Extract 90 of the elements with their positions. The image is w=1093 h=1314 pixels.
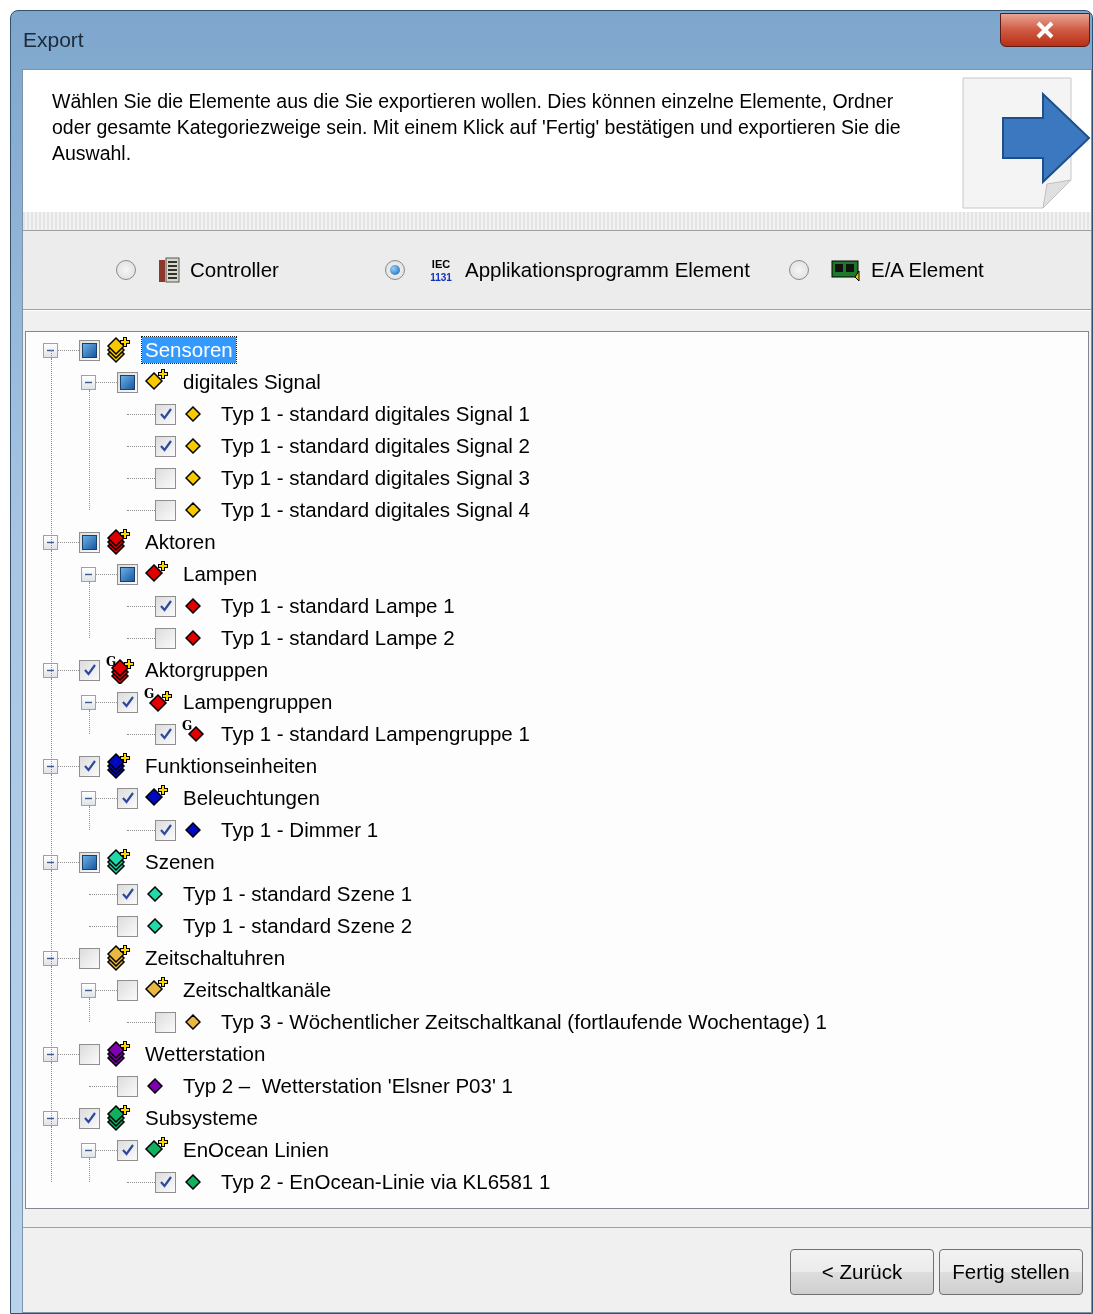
collapse-icon[interactable] [43, 342, 58, 358]
tree-item[interactable]: Lampen [180, 561, 261, 587]
checkbox[interactable] [155, 403, 176, 425]
radio-button[interactable] [116, 260, 136, 280]
checkbox[interactable] [155, 1011, 176, 1033]
window-title: Export [23, 28, 84, 52]
radio-button[interactable] [789, 260, 809, 280]
collapse-icon[interactable] [43, 1046, 58, 1062]
collapse-icon[interactable] [81, 790, 96, 806]
checkbox[interactable] [155, 1171, 176, 1193]
checkbox[interactable] [79, 1043, 100, 1065]
tree-item[interactable]: Typ 1 - standard digitales Signal 1 [218, 401, 533, 427]
tree-item[interactable]: Zeitschaltuhren [142, 945, 289, 971]
radio-label[interactable]: Applikationsprogramm Element [465, 258, 750, 282]
checkbox[interactable] [117, 691, 138, 713]
checkmark-icon [158, 599, 173, 613]
checkbox[interactable] [155, 819, 176, 841]
tree-item[interactable]: digitales Signal [180, 369, 324, 395]
iec-icon: IEC 1131 [427, 257, 455, 283]
checkbox[interactable] [155, 627, 176, 649]
checkbox[interactable] [117, 787, 138, 809]
tree-item[interactable]: Beleuchtungen [180, 785, 323, 811]
tree-item[interactable]: Typ 1 - standard digitales Signal 3 [218, 465, 533, 491]
collapse-icon[interactable] [81, 566, 96, 582]
checkmark-icon [158, 1175, 173, 1189]
radio-button[interactable] [385, 260, 405, 280]
tree-item[interactable]: Typ 1 - Dimmer 1 [218, 817, 382, 843]
checkmark-icon [82, 759, 97, 773]
checkmark-icon [82, 1111, 97, 1125]
collapse-icon[interactable] [43, 1110, 58, 1126]
checkbox[interactable] [155, 595, 176, 617]
collapse-icon[interactable] [81, 1142, 96, 1158]
tree-item[interactable]: Funktionseinheiten [142, 753, 321, 779]
close-icon [1034, 21, 1056, 39]
tree-item[interactable]: Typ 2 – Wetterstation 'Elsner P03' 1 [180, 1073, 516, 1099]
tree-item[interactable]: Typ 1 - standard Lampe 1 [218, 593, 458, 619]
collapse-icon[interactable] [81, 374, 96, 390]
collapse-icon[interactable] [81, 982, 96, 998]
collapse-icon[interactable] [43, 758, 58, 774]
checkbox[interactable] [79, 1107, 100, 1129]
checkbox[interactable] [79, 947, 100, 969]
checkbox[interactable] [117, 979, 138, 1001]
tree-item[interactable]: Wetterstation [142, 1041, 269, 1067]
tree-item[interactable]: Typ 1 - standard Lampe 2 [218, 625, 458, 651]
checkbox[interactable] [117, 883, 138, 905]
collapse-icon[interactable] [81, 694, 96, 710]
checkbox[interactable] [117, 1075, 138, 1097]
checkmark-icon [120, 695, 135, 709]
tree-item[interactable]: Aktoren [142, 529, 219, 555]
checkmark-icon [158, 439, 173, 453]
checkbox[interactable] [155, 723, 176, 745]
radio-label[interactable]: Controller [190, 258, 279, 282]
checkbox[interactable] [117, 1139, 138, 1161]
checkmark-icon [158, 407, 173, 421]
circuit-board-icon [831, 259, 861, 281]
checkmark-icon [120, 887, 135, 901]
tree-item[interactable]: Szenen [142, 849, 218, 875]
instruction-text: Wählen Sie die Elemente aus die Sie exportieren wollen. Dies können einzelne Elemente, Ordner oder gesamte Kategoriezweige sein. Mit einem Klick auf 'Fertig' bestätigen und exportieren Sie die Auswahl. [52, 89, 902, 166]
collapse-icon[interactable] [43, 950, 58, 966]
checkbox[interactable] [155, 499, 176, 521]
collapse-icon[interactable] [43, 854, 58, 870]
checkbox[interactable] [117, 915, 138, 937]
checkbox[interactable] [79, 755, 100, 777]
tree-item[interactable]: EnOcean Linien [180, 1137, 332, 1163]
checkmark-icon [120, 1143, 135, 1157]
close-button[interactable] [1000, 13, 1090, 47]
tree-item[interactable]: Typ 1 - standard digitales Signal 4 [218, 497, 533, 523]
checkbox[interactable] [79, 659, 100, 681]
tree-item[interactable]: Aktorgruppen [142, 657, 272, 683]
checkmark-icon [158, 727, 173, 741]
collapse-icon[interactable] [43, 534, 58, 550]
tree-item[interactable]: Typ 1 - standard Lampengruppe 1 [218, 721, 533, 747]
tree-item[interactable]: Typ 1 - standard digitales Signal 2 [218, 433, 533, 459]
controller-icon [158, 257, 180, 283]
checkmark-icon [82, 663, 97, 677]
collapse-icon[interactable] [43, 662, 58, 678]
tree-item[interactable]: Typ 1 - standard Szene 2 [180, 913, 416, 939]
checkbox[interactable] [155, 435, 176, 457]
tree-item[interactable]: Lampengruppen [180, 689, 336, 715]
finish-button[interactable]: Fertig stellen [939, 1249, 1083, 1295]
tree-item[interactable]: Typ 2 - EnOcean-Linie via KL6581 1 [218, 1169, 554, 1195]
checkbox[interactable] [155, 467, 176, 489]
tree-item[interactable]: Typ 3 - Wöchentlicher Zeitschaltkanal (fortlaufende Wochentage) 1 [218, 1009, 830, 1035]
tree-item[interactable]: Typ 1 - standard Szene 1 [180, 881, 416, 907]
checkmark-icon [158, 823, 173, 837]
checkmark-icon [120, 791, 135, 805]
back-button[interactable]: < Zurück [790, 1249, 934, 1295]
radio-label[interactable]: E/A Element [871, 258, 984, 282]
tree-item[interactable]: Subsysteme [142, 1105, 261, 1131]
tree-item[interactable]: Zeitschaltkanäle [180, 977, 335, 1003]
